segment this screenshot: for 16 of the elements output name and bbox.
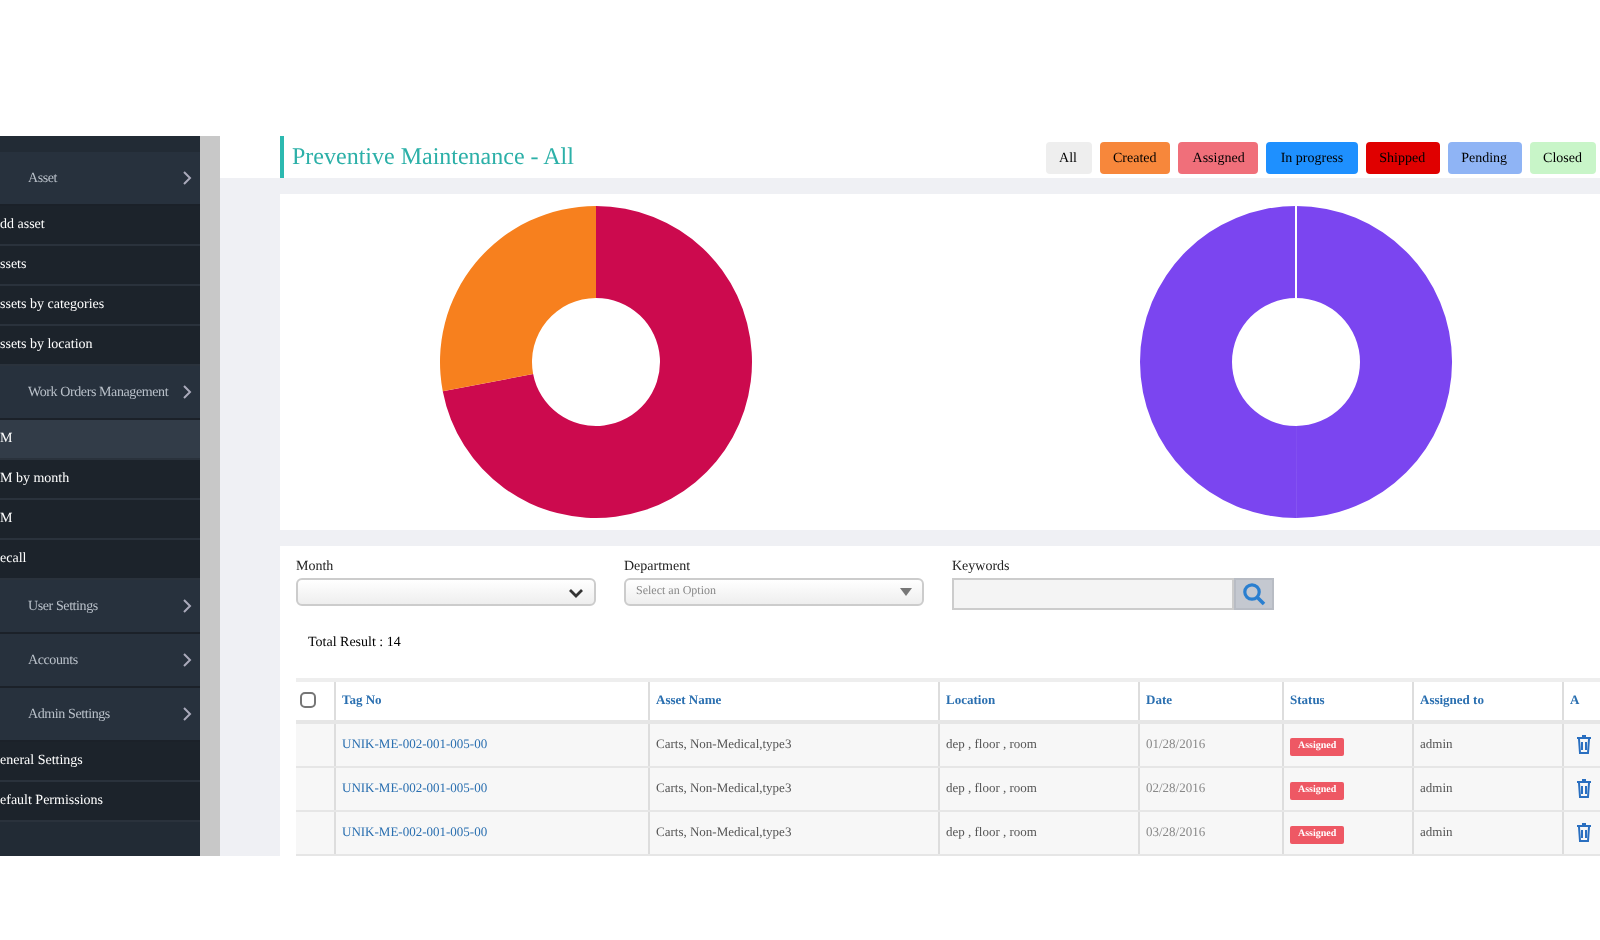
trash-icon[interactable] [1576,777,1592,797]
chevron-icon [182,652,192,668]
chevron-icon [182,706,192,722]
page-title: Preventive Maintenance - All [292,142,574,173]
caret-icon [900,588,912,596]
search-button[interactable] [1234,578,1274,610]
chevron-icon [182,170,192,186]
search-icon [1242,582,1266,606]
trash-icon[interactable] [1576,821,1592,841]
trash-icon[interactable] [1576,733,1592,753]
chevron-icon [182,384,192,400]
select-all-checkbox[interactable] [300,691,316,707]
keywords-field[interactable] [952,578,1234,610]
scrollbar[interactable] [200,136,220,856]
chevron-down-icon [568,587,584,597]
chevron-icon [182,598,192,614]
